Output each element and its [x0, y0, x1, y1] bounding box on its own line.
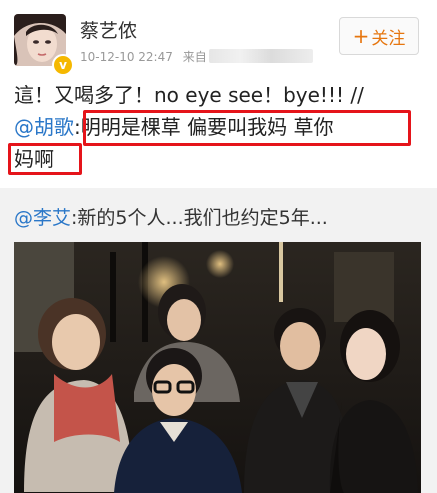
- repost-text: @李艾:新的5个人...我们也约定5年...: [14, 204, 328, 232]
- highlight-box: [8, 143, 82, 175]
- post-header: v 蔡艺侬 10-12-10 22:47 来自 + 关注: [0, 0, 437, 78]
- plus-icon: +: [352, 24, 370, 48]
- follow-label: 关注: [371, 28, 406, 49]
- source-label: 来自: [182, 50, 207, 64]
- divider: [0, 188, 437, 196]
- highlight-box: [83, 110, 411, 146]
- mention-link[interactable]: @胡歌: [14, 115, 74, 139]
- source-blurred: [208, 49, 313, 63]
- repost-body: :新的5个人...我们也约定5年...: [71, 207, 328, 229]
- author-name[interactable]: 蔡艺侬: [80, 16, 137, 43]
- post-meta: 10-12-10 22:47 来自: [80, 48, 313, 65]
- repost-card[interactable]: @李艾:新的5个人...我们也约定5年...: [0, 196, 437, 493]
- post-photo[interactable]: [14, 242, 421, 493]
- post-line-1: 這！又喝多了！no eye see！bye!!! //: [14, 83, 364, 107]
- verified-v-icon: v: [52, 54, 74, 76]
- follow-button[interactable]: + 关注: [339, 17, 419, 55]
- repost-mention-link[interactable]: @李艾: [14, 207, 71, 229]
- post-timestamp[interactable]: 10-12-10 22:47: [80, 50, 173, 64]
